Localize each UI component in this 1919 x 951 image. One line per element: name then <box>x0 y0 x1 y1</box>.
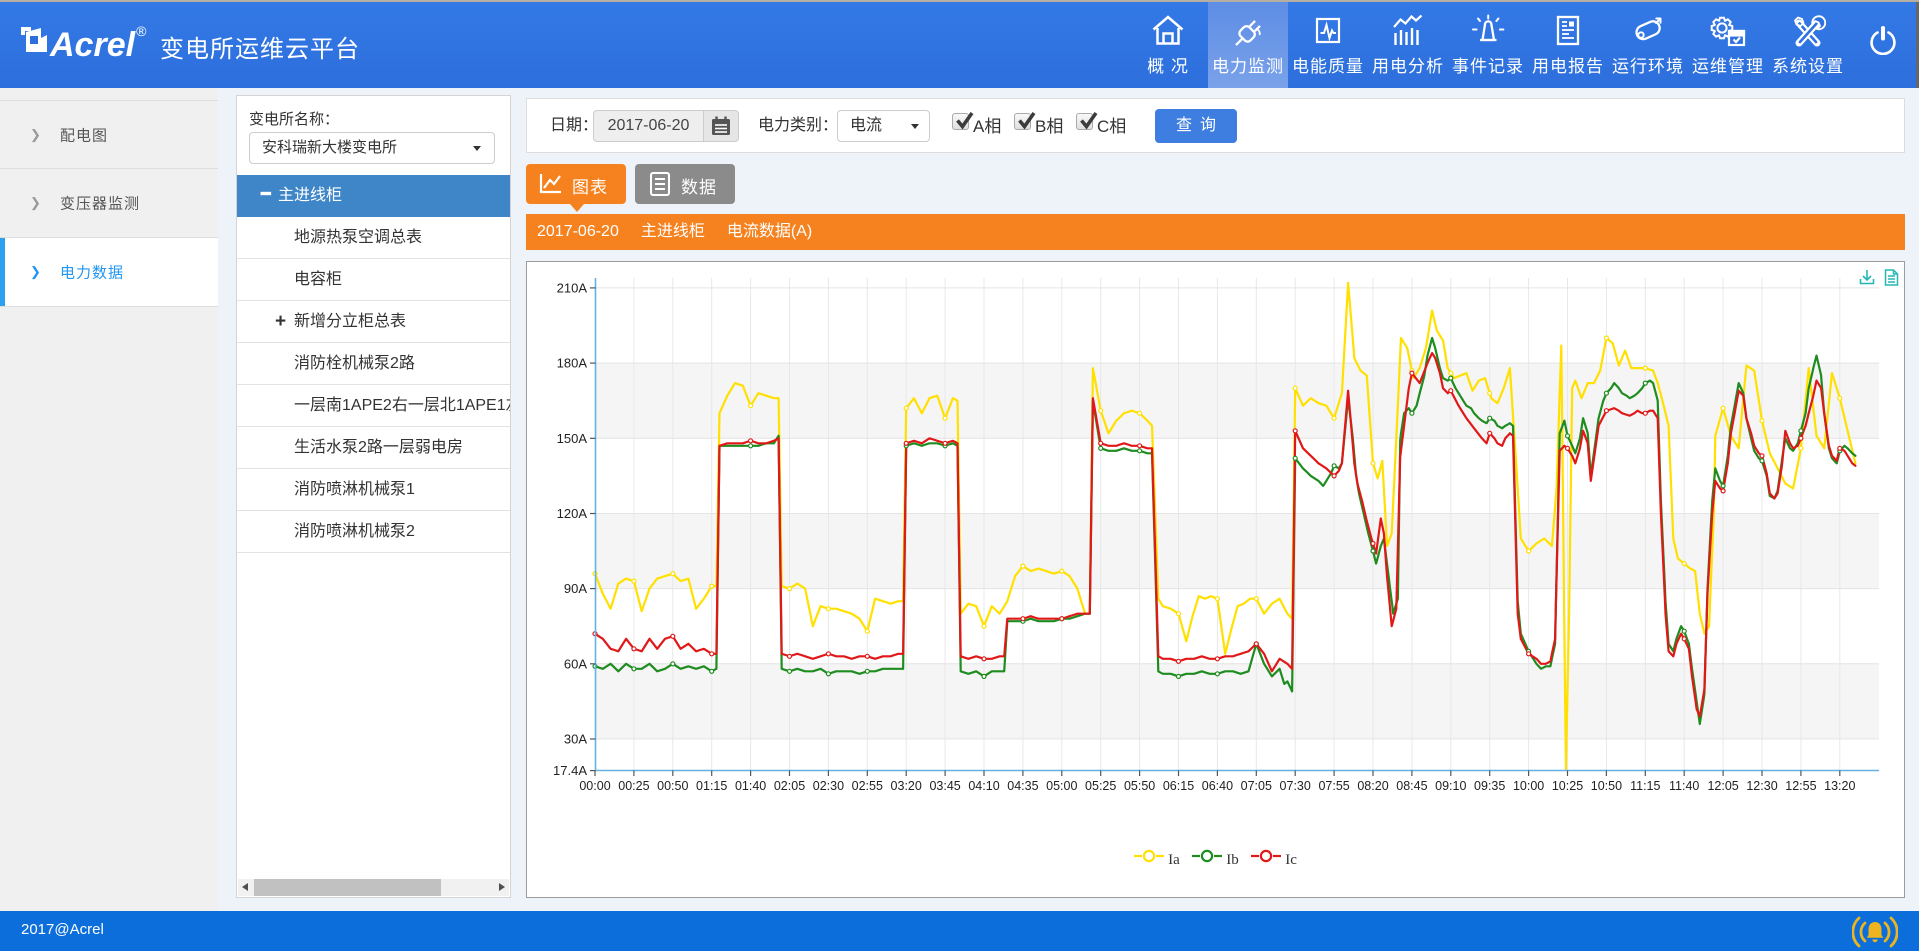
svg-text:07:30: 07:30 <box>1280 779 1311 793</box>
svg-text:30A: 30A <box>564 732 587 747</box>
svg-text:10:00: 10:00 <box>1513 779 1544 793</box>
svg-text:05:00: 05:00 <box>1046 779 1077 793</box>
svg-text:01:40: 01:40 <box>735 779 766 793</box>
svg-text:60A: 60A <box>564 656 587 671</box>
svg-text:04:10: 04:10 <box>968 779 999 793</box>
svg-text:00:50: 00:50 <box>657 779 688 793</box>
svg-text:210A: 210A <box>557 280 588 295</box>
svg-text:03:20: 03:20 <box>891 779 922 793</box>
svg-text:05:25: 05:25 <box>1085 779 1116 793</box>
svg-text:09:10: 09:10 <box>1435 779 1466 793</box>
svg-text:12:30: 12:30 <box>1746 779 1777 793</box>
svg-text:11:15: 11:15 <box>1630 779 1660 793</box>
svg-text:08:20: 08:20 <box>1357 779 1388 793</box>
svg-text:13:20: 13:20 <box>1824 779 1855 793</box>
svg-text:09:35: 09:35 <box>1474 779 1505 793</box>
svg-text:02:30: 02:30 <box>813 779 844 793</box>
svg-text:04:35: 04:35 <box>1007 779 1038 793</box>
svg-text:07:55: 07:55 <box>1318 779 1349 793</box>
svg-text:02:55: 02:55 <box>852 779 883 793</box>
svg-text:10:25: 10:25 <box>1552 779 1583 793</box>
svg-text:00:25: 00:25 <box>618 779 649 793</box>
svg-text:120A: 120A <box>557 506 588 521</box>
svg-text:07:05: 07:05 <box>1241 779 1272 793</box>
svg-text:00:00: 00:00 <box>579 779 610 793</box>
svg-text:02:05: 02:05 <box>774 779 805 793</box>
svg-text:17.4A: 17.4A <box>553 763 587 778</box>
svg-text:90A: 90A <box>564 581 587 596</box>
svg-text:12:55: 12:55 <box>1785 779 1816 793</box>
svg-text:150A: 150A <box>557 431 588 446</box>
svg-text:12:05: 12:05 <box>1707 779 1738 793</box>
svg-text:06:15: 06:15 <box>1163 779 1194 793</box>
svg-text:05:50: 05:50 <box>1124 779 1155 793</box>
svg-text:06:40: 06:40 <box>1202 779 1233 793</box>
svg-text:11:40: 11:40 <box>1669 779 1699 793</box>
svg-text:10:50: 10:50 <box>1591 779 1622 793</box>
svg-text:08:45: 08:45 <box>1396 779 1427 793</box>
svg-text:01:15: 01:15 <box>696 779 727 793</box>
svg-text:180A: 180A <box>557 356 588 371</box>
svg-text:03:45: 03:45 <box>929 779 960 793</box>
